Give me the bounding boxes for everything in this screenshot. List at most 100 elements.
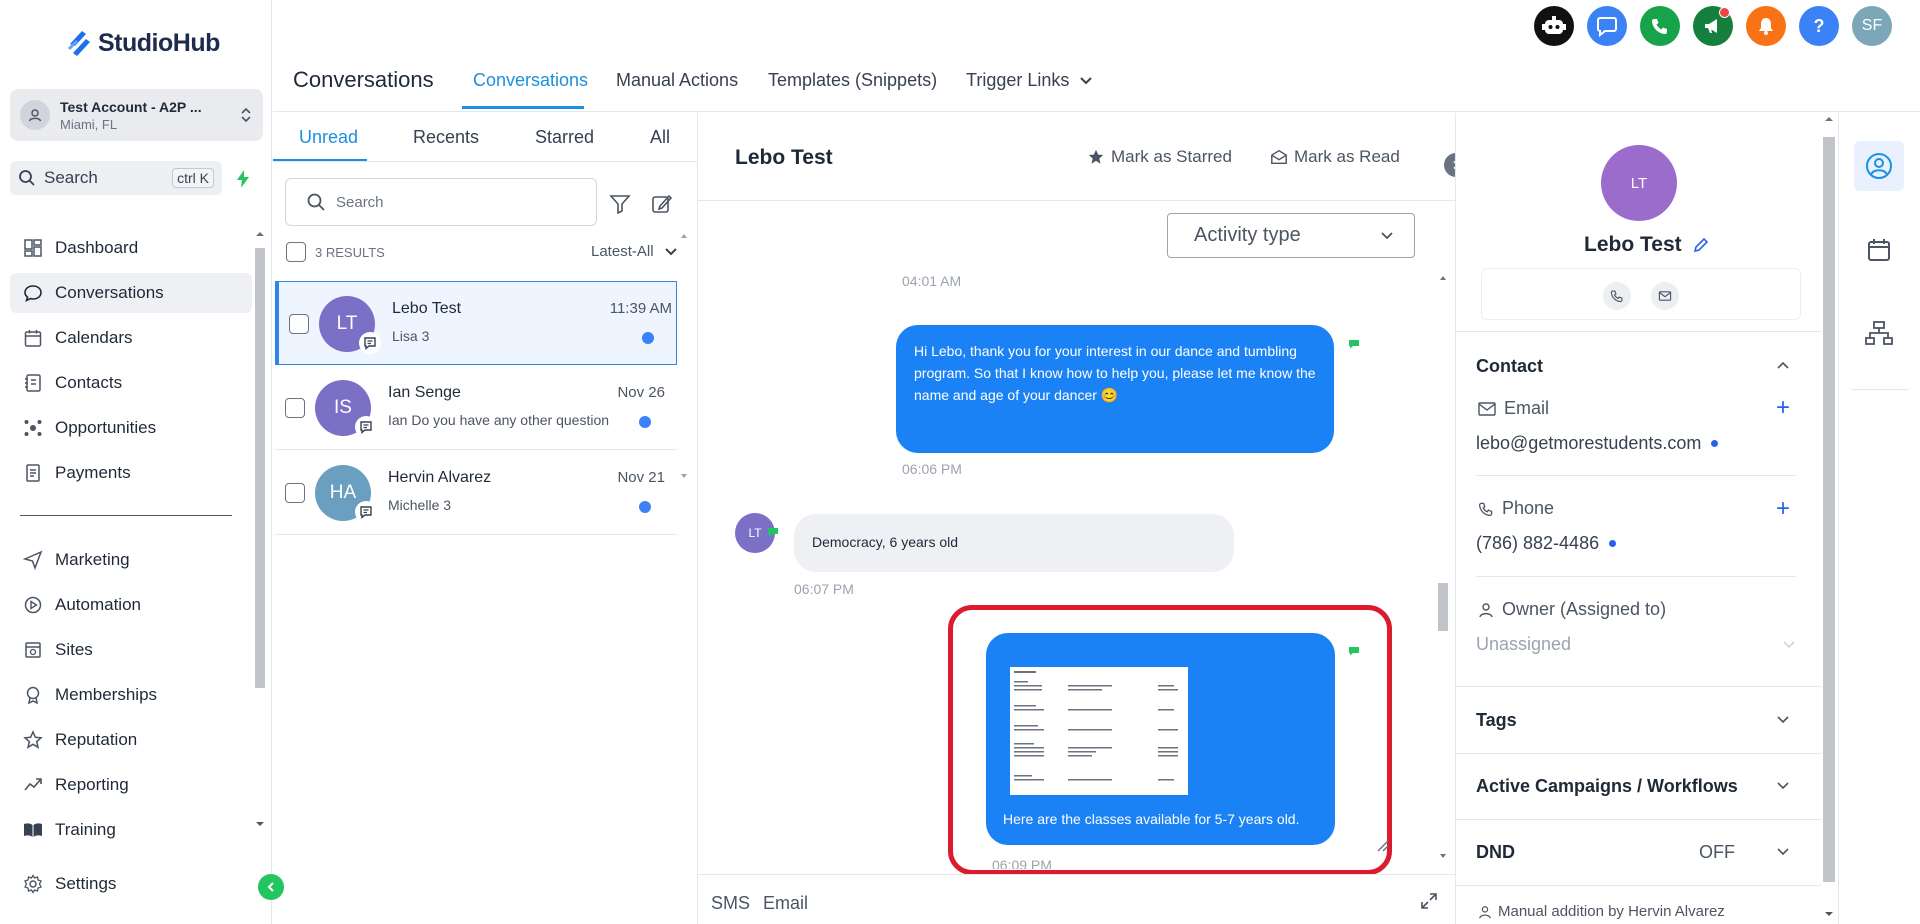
- quick-actions-button[interactable]: [230, 166, 256, 192]
- conversation-time: Nov 21: [617, 469, 665, 486]
- sidebar-item-calendars[interactable]: Calendars: [10, 318, 252, 358]
- conversation-checkbox[interactable]: [285, 398, 305, 418]
- scrollbar-thumb[interactable]: [1438, 583, 1448, 631]
- automation-icon: [21, 593, 45, 617]
- tab-recents[interactable]: Recents: [413, 127, 479, 148]
- rail-divider: [1851, 389, 1909, 390]
- scrollbar-thumb[interactable]: [1823, 137, 1835, 882]
- select-all-checkbox[interactable]: [286, 242, 306, 262]
- tab-email[interactable]: Email: [763, 893, 808, 914]
- sidebar-item-label: Reporting: [55, 775, 129, 794]
- sidebar-item-reporting[interactable]: Reporting: [10, 765, 252, 805]
- conversation-item[interactable]: IS Ian Senge Ian Do you have any other q…: [275, 366, 677, 450]
- workflows-button[interactable]: [1854, 308, 1904, 358]
- filter-icon[interactable]: [609, 193, 631, 215]
- sidebar-item-opportunities[interactable]: Opportunities: [10, 408, 252, 448]
- tab-all[interactable]: All: [650, 127, 670, 148]
- conversation-item[interactable]: HA Hervin Alvarez Michelle 3 Nov 21: [275, 451, 677, 535]
- sidebar-item-sites[interactable]: Sites: [10, 630, 252, 670]
- right-rail: [1838, 113, 1920, 924]
- user-avatar[interactable]: SF: [1852, 6, 1892, 46]
- user-circle-icon: [1866, 153, 1892, 179]
- sidebar-item-contacts[interactable]: Contacts: [10, 363, 252, 403]
- global-search[interactable]: Search ctrl K: [10, 161, 222, 195]
- tab-trigger-links[interactable]: Trigger Links: [966, 70, 1093, 91]
- chat-bubble-icon[interactable]: [1587, 6, 1627, 46]
- conversation-checkbox[interactable]: [289, 314, 309, 334]
- tab-manual-actions[interactable]: Manual Actions: [616, 70, 738, 91]
- appointments-button[interactable]: [1854, 225, 1904, 275]
- chevron-down-icon: [1783, 640, 1795, 648]
- ai-bot-icon[interactable]: [1534, 6, 1574, 46]
- owner-select[interactable]: Unassigned: [1476, 634, 1796, 655]
- compose-icon[interactable]: [651, 193, 673, 215]
- phone-icon: [1478, 502, 1493, 516]
- chat-header: Lebo Test Mark as Starred Mark as Read: [698, 113, 1468, 201]
- scrollbar-thumb[interactable]: [255, 248, 265, 688]
- expand-icon[interactable]: [1419, 891, 1439, 911]
- mark-starred-button[interactable]: Mark as Starred: [1087, 147, 1232, 167]
- section-contact-header[interactable]: Contact: [1476, 356, 1543, 377]
- email-value[interactable]: lebo@getmorestudents.com: [1476, 433, 1719, 454]
- phone-icon: [1610, 290, 1623, 303]
- conversation-search[interactable]: [285, 178, 597, 226]
- tab-conversations[interactable]: Conversations: [473, 70, 588, 91]
- bolt-icon: [237, 170, 249, 188]
- user-icon: [1479, 905, 1491, 918]
- book-icon: [21, 818, 45, 842]
- message-text: Democracy, 6 years old: [812, 534, 959, 550]
- sidebar-item-label: Contacts: [55, 373, 123, 392]
- sort-select[interactable]: Latest-All: [591, 243, 678, 260]
- sidebar-item-reputation[interactable]: Reputation: [10, 720, 252, 760]
- edit-icon[interactable]: [1693, 237, 1709, 253]
- active-tab-indicator: [462, 106, 584, 109]
- bell-icon[interactable]: [1746, 6, 1786, 46]
- scroll-up-icon: [256, 232, 264, 236]
- conversation-checkbox[interactable]: [285, 483, 305, 503]
- contact-panel-scrollbar[interactable]: [1820, 113, 1838, 924]
- account-switcher[interactable]: Test Account - A2P ... Miami, FL: [10, 89, 263, 141]
- chat-scrollbar[interactable]: [1436, 273, 1450, 861]
- tab-unread[interactable]: Unread: [299, 127, 358, 148]
- tab-sms[interactable]: SMS: [711, 893, 750, 914]
- chat-pane: Lebo Test Mark as Starred Mark as Read A…: [698, 113, 1468, 924]
- conversation-item[interactable]: LT Lebo Test Lisa 3 11:39 AM: [275, 281, 677, 365]
- sidebar-scrollbar[interactable]: [252, 228, 268, 838]
- logo[interactable]: StudioHub: [66, 28, 220, 58]
- add-phone-button[interactable]: +: [1776, 497, 1790, 521]
- section-tags-header[interactable]: Tags: [1476, 710, 1517, 731]
- phone-value[interactable]: (786) 882-4486: [1476, 533, 1617, 554]
- top-bar: Conversations Conversations Manual Actio…: [273, 0, 1920, 112]
- sidebar-item-dashboard[interactable]: Dashboard: [10, 228, 252, 268]
- add-email-button[interactable]: +: [1776, 396, 1790, 420]
- section-campaigns-header[interactable]: Active Campaigns / Workflows: [1476, 776, 1738, 797]
- phone-icon[interactable]: [1640, 6, 1680, 46]
- tab-templates[interactable]: Templates (Snippets): [768, 70, 937, 91]
- activity-type-select[interactable]: Activity type: [1167, 213, 1415, 258]
- message-timestamp: 04:01 AM: [902, 273, 962, 289]
- help-icon[interactable]: ?: [1799, 6, 1839, 46]
- sidebar-item-settings[interactable]: Settings: [10, 864, 252, 904]
- mark-read-button[interactable]: Mark as Read: [1270, 147, 1400, 167]
- sidebar-item-payments[interactable]: Payments: [10, 453, 252, 493]
- search-input[interactable]: [336, 193, 586, 211]
- megaphone-icon[interactable]: [1693, 6, 1733, 46]
- highlight-box: [948, 605, 1392, 875]
- tab-starred[interactable]: Starred: [535, 127, 594, 148]
- section-dnd-header[interactable]: DND: [1476, 842, 1515, 863]
- list-scrollbar[interactable]: [677, 231, 691, 481]
- sidebar-item-marketing[interactable]: Marketing: [10, 540, 252, 580]
- user-icon: [1479, 602, 1493, 617]
- sidebar-item-training[interactable]: Training: [10, 810, 252, 850]
- email-label-text: Email: [1504, 398, 1550, 418]
- sidebar-item-automation[interactable]: Automation: [10, 585, 252, 625]
- sidebar-item-memberships[interactable]: Memberships: [10, 675, 252, 715]
- section-divider: [1456, 686, 1821, 687]
- chevron-down-icon: [1080, 76, 1093, 84]
- nav-divider: [20, 515, 232, 516]
- scroll-down-icon: [1440, 854, 1446, 858]
- email-button[interactable]: [1651, 282, 1679, 310]
- contact-details-button[interactable]: [1854, 141, 1904, 191]
- sidebar-item-conversations[interactable]: Conversations: [10, 273, 252, 313]
- call-button[interactable]: [1603, 282, 1631, 310]
